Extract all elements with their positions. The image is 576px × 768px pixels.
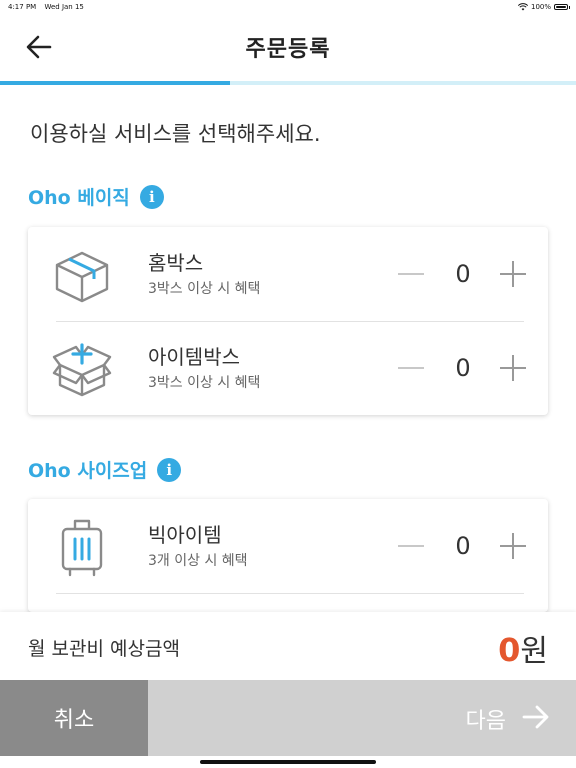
plus-icon[interactable] xyxy=(500,261,526,287)
progress-bar-fill xyxy=(0,81,231,85)
item-name: 빅아이템 xyxy=(148,523,222,547)
navigation-bar: 주문등록 xyxy=(0,14,576,80)
progress-bar xyxy=(0,81,576,85)
item-subtitle: 3박스 이상 시 혜택 xyxy=(148,281,261,297)
item-subtitle: 3박스 이상 시 혜택 xyxy=(148,375,261,391)
estimate-value: 0 xyxy=(498,631,521,669)
plus-icon[interactable] xyxy=(500,355,526,381)
minus-icon[interactable] xyxy=(398,545,424,547)
info-icon[interactable]: i xyxy=(157,457,182,482)
quantity-stepper: 0 xyxy=(398,254,526,294)
quantity-stepper: 0 xyxy=(398,526,526,566)
arrow-right-icon xyxy=(522,705,549,729)
cancel-button[interactable]: 취소 xyxy=(0,680,148,756)
item-name: 아이템박스 xyxy=(148,345,240,369)
currency-unit: 원 xyxy=(520,634,548,669)
status-date: Wed Jan 15 xyxy=(44,3,84,11)
item-name: 홈박스 xyxy=(148,251,204,275)
list-item: 홈박스 3박스 이상 시 혜택 0 xyxy=(28,227,548,321)
estimate-summary: 월 보관비 예상금액 0 원 xyxy=(0,612,576,680)
list-item: 아이템박스 3박스 이상 시 혜택 0 xyxy=(28,321,548,415)
minus-icon[interactable] xyxy=(398,367,424,369)
service-card-basic: 홈박스 3박스 이상 시 혜택 0 아이템박스 3박스 이상 시 혜택 0 xyxy=(28,227,548,415)
section-title-label: Oho 베이직 xyxy=(28,187,130,209)
battery-icon xyxy=(554,4,570,10)
estimate-amount: 0 원 xyxy=(498,626,548,670)
section-title-sizeup: Oho 사이즈업 i xyxy=(28,456,182,483)
quantity-value: 0 xyxy=(455,260,471,288)
battery-percentage: 100% xyxy=(530,3,551,11)
section-title-basic: Oho 베이직 i xyxy=(28,183,164,210)
item-box-icon xyxy=(52,343,112,397)
list-item: 빅아이템 3개 이상 시 혜택 0 xyxy=(28,499,548,593)
suitcase-icon xyxy=(61,519,103,577)
wifi-icon xyxy=(517,3,528,11)
quantity-stepper: 0 xyxy=(398,348,526,388)
info-icon[interactable]: i xyxy=(139,184,164,209)
quantity-value: 0 xyxy=(455,354,471,382)
home-indicator xyxy=(200,760,376,764)
page-title: 주문등록 xyxy=(245,37,331,62)
next-button-label: 다음 xyxy=(465,709,506,734)
quantity-value: 0 xyxy=(455,532,471,560)
item-subtitle: 3개 이상 시 혜택 xyxy=(148,553,248,569)
plus-icon[interactable] xyxy=(500,533,526,559)
section-title-label: Oho 사이즈업 xyxy=(28,460,148,482)
minus-icon[interactable] xyxy=(398,273,424,275)
instruction-text: 이용하실 서비스를 선택해주세요. xyxy=(30,122,321,146)
home-box-icon xyxy=(55,251,109,303)
service-card-sizeup: 빅아이템 3개 이상 시 혜택 0 xyxy=(28,499,548,612)
status-time: 4:17 PM xyxy=(8,3,37,11)
status-bar: 4:17 PM Wed Jan 15 100% xyxy=(0,0,576,14)
next-button[interactable]: 다음 xyxy=(148,680,576,756)
estimate-label: 월 보관비 예상금액 xyxy=(28,638,180,660)
list-item xyxy=(28,593,548,612)
